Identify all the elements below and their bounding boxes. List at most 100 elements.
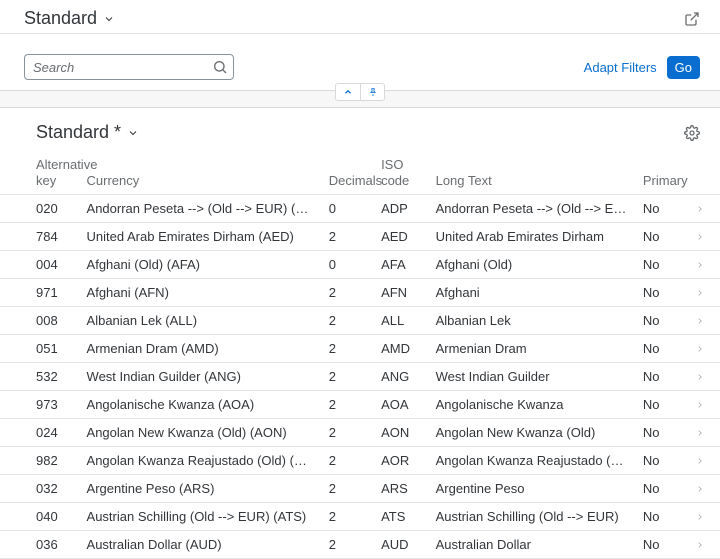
table-row[interactable]: 032Argentine Peso (ARS)2ARSArgentine Pes… xyxy=(0,475,720,503)
cell-iso: AUD xyxy=(373,531,428,559)
cell-decimals: 2 xyxy=(321,391,373,419)
table-row[interactable]: 020Andorran Peseta --> (Old --> EUR) (AD… xyxy=(0,195,720,223)
table-row[interactable]: 036Australian Dollar (AUD)2AUDAustralian… xyxy=(0,531,720,559)
row-nav[interactable] xyxy=(687,335,720,363)
cell-primary: No xyxy=(635,391,687,419)
row-nav[interactable] xyxy=(687,251,720,279)
table-row[interactable]: 004Afghani (Old) (AFA)0AFAAfghani (Old)N… xyxy=(0,251,720,279)
go-button[interactable]: Go xyxy=(667,56,700,79)
cell-primary: No xyxy=(635,279,687,307)
anchor-bar xyxy=(0,90,720,108)
chevron-right-icon xyxy=(695,372,705,382)
col-header-iso[interactable]: ISO code xyxy=(373,151,428,195)
row-nav[interactable] xyxy=(687,475,720,503)
cell-alt-key: 032 xyxy=(0,475,79,503)
adapt-filters-button[interactable]: Adapt Filters xyxy=(584,60,657,75)
col-header-decimals[interactable]: Decimals xyxy=(321,151,373,195)
pin-icon xyxy=(368,87,378,97)
cell-alt-key: 971 xyxy=(0,279,79,307)
cell-primary: No xyxy=(635,363,687,391)
cell-currency: Angolanische Kwanza (AOA) xyxy=(79,391,321,419)
cell-decimals: 2 xyxy=(321,419,373,447)
cell-alt-key: 004 xyxy=(0,251,79,279)
cell-long-text: Afghani (Old) xyxy=(428,251,635,279)
cell-iso: ALL xyxy=(373,307,428,335)
table-variant-label: Standard * xyxy=(36,122,121,143)
cell-iso: ARS xyxy=(373,475,428,503)
row-nav[interactable] xyxy=(687,391,720,419)
page-variant-selector[interactable]: Standard xyxy=(24,8,115,29)
table-row[interactable]: 532West Indian Guilder (ANG)2ANGWest Ind… xyxy=(0,363,720,391)
cell-decimals: 0 xyxy=(321,251,373,279)
cell-iso: ATS xyxy=(373,503,428,531)
cell-alt-key: 040 xyxy=(0,503,79,531)
col-header-currency[interactable]: Currency xyxy=(79,151,321,195)
cell-currency: Armenian Dram (AMD) xyxy=(79,335,321,363)
col-header-primary[interactable]: Primary xyxy=(635,151,687,195)
table-row[interactable]: 973Angolanische Kwanza (AOA)2AOAAngolani… xyxy=(0,391,720,419)
table-row[interactable]: 008Albanian Lek (ALL)2ALLAlbanian LekNo xyxy=(0,307,720,335)
cell-long-text: Austrian Schilling (Old --> EUR) xyxy=(428,503,635,531)
row-nav[interactable] xyxy=(687,363,720,391)
currency-table: Alternative key Currency Decimals ISO co… xyxy=(0,151,720,559)
cell-primary: No xyxy=(635,531,687,559)
cell-iso: AOR xyxy=(373,447,428,475)
row-nav[interactable] xyxy=(687,223,720,251)
table-row[interactable]: 784United Arab Emirates Dirham (AED)2AED… xyxy=(0,223,720,251)
row-nav[interactable] xyxy=(687,279,720,307)
row-nav[interactable] xyxy=(687,531,720,559)
chevron-right-icon xyxy=(695,344,705,354)
page-variant-label: Standard xyxy=(24,8,97,29)
table-row[interactable]: 971Afghani (AFN)2AFNAfghaniNo xyxy=(0,279,720,307)
row-nav[interactable] xyxy=(687,447,720,475)
table-row[interactable]: 982Angolan Kwanza Reajustado (Old) (AOR)… xyxy=(0,447,720,475)
chevron-right-icon xyxy=(695,456,705,466)
cell-iso: ADP xyxy=(373,195,428,223)
row-nav[interactable] xyxy=(687,503,720,531)
col-header-long-text[interactable]: Long Text xyxy=(428,151,635,195)
cell-decimals: 0 xyxy=(321,195,373,223)
cell-decimals: 2 xyxy=(321,223,373,251)
cell-currency: Angolan New Kwanza (Old) (AON) xyxy=(79,419,321,447)
pin-header-button[interactable] xyxy=(360,84,384,100)
cell-currency: Australian Dollar (AUD) xyxy=(79,531,321,559)
row-nav[interactable] xyxy=(687,419,720,447)
chevron-right-icon xyxy=(695,232,705,242)
chevron-down-icon xyxy=(127,127,139,139)
row-nav[interactable] xyxy=(687,195,720,223)
collapse-header-button[interactable] xyxy=(336,84,360,100)
cell-primary: No xyxy=(635,195,687,223)
table-row[interactable]: 040Austrian Schilling (Old --> EUR) (ATS… xyxy=(0,503,720,531)
cell-decimals: 2 xyxy=(321,503,373,531)
cell-alt-key: 784 xyxy=(0,223,79,251)
table-row[interactable]: 024Angolan New Kwanza (Old) (AON)2AONAng… xyxy=(0,419,720,447)
table-variant-selector[interactable]: Standard * xyxy=(36,122,139,143)
search-button[interactable] xyxy=(212,58,230,76)
chevron-right-icon xyxy=(695,540,705,550)
row-nav[interactable] xyxy=(687,307,720,335)
cell-currency: Albanian Lek (ALL) xyxy=(79,307,321,335)
search-input[interactable] xyxy=(24,54,234,80)
cell-currency: West Indian Guilder (ANG) xyxy=(79,363,321,391)
cell-primary: No xyxy=(635,335,687,363)
cell-alt-key: 973 xyxy=(0,391,79,419)
chevron-right-icon xyxy=(695,512,705,522)
col-header-alt-key[interactable]: Alternative key xyxy=(0,151,79,195)
gear-icon[interactable] xyxy=(684,125,700,141)
share-icon[interactable] xyxy=(684,11,700,27)
cell-long-text: Albanian Lek xyxy=(428,307,635,335)
cell-decimals: 2 xyxy=(321,335,373,363)
search-icon xyxy=(212,59,228,75)
cell-iso: AED xyxy=(373,223,428,251)
cell-alt-key: 051 xyxy=(0,335,79,363)
cell-long-text: Afghani xyxy=(428,279,635,307)
cell-currency: Austrian Schilling (Old --> EUR) (ATS) xyxy=(79,503,321,531)
cell-iso: ANG xyxy=(373,363,428,391)
cell-long-text: Armenian Dram xyxy=(428,335,635,363)
cell-currency: Angolan Kwanza Reajustado (Old) (AOR) xyxy=(79,447,321,475)
cell-decimals: 2 xyxy=(321,279,373,307)
cell-currency: Argentine Peso (ARS) xyxy=(79,475,321,503)
table-row[interactable]: 051Armenian Dram (AMD)2AMDArmenian DramN… xyxy=(0,335,720,363)
cell-long-text: Australian Dollar xyxy=(428,531,635,559)
cell-alt-key: 982 xyxy=(0,447,79,475)
